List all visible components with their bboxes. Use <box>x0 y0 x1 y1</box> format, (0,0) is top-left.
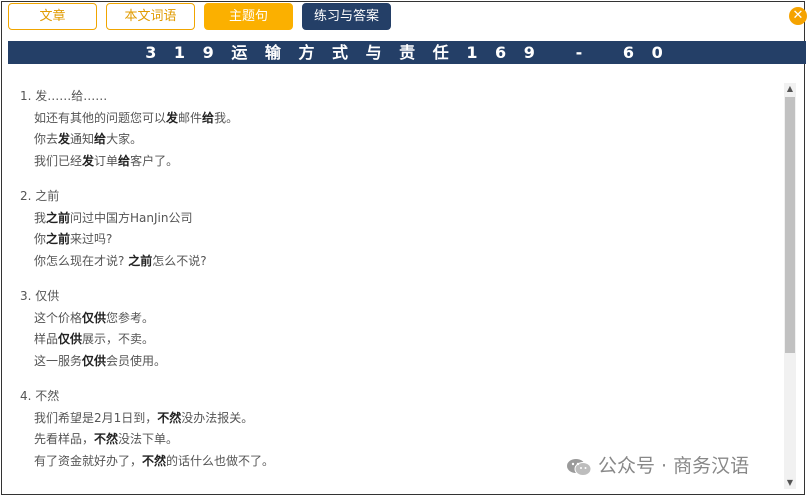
sentence-text: 你 <box>34 232 47 246</box>
sentence-text: 会员使用。 <box>106 353 167 368</box>
sentence-text: 你去 <box>34 132 59 146</box>
keyword: 之前 <box>46 210 71 225</box>
sentence-text: 样品 <box>34 332 59 346</box>
sentence-text: 您参考。 <box>106 310 155 325</box>
content-area: 1. 发……给…… 如还有其他的问题您可以发邮件给我。 你去发通知给大家。 我们已经发… <box>8 70 780 490</box>
topic-section: 3. 仅供 这个价格仅供您参考。 样品仅供展示，不卖。 这一服务仅供会员使用。 <box>8 286 780 372</box>
example-sentence: 我之前问过中国方HanJin公司 <box>8 208 780 230</box>
example-sentence: 你之前来过吗? <box>8 229 780 251</box>
sentence-text: 来过吗? <box>70 232 113 246</box>
example-sentence: 这个价格仅供您参考。 <box>8 308 780 330</box>
topic-section: 2. 之前 我之前问过中国方HanJin公司 你之前来过吗? 你怎么现在才说? 之前怎… <box>8 186 780 272</box>
watermark: 公众号 · 商务汉语 <box>566 451 749 481</box>
sentence-text: 客户了。 <box>130 153 179 168</box>
example-sentence: 你怎么现在才说? 之前怎么不说? <box>8 251 780 273</box>
example-sentence: 这一服务仅供会员使用。 <box>8 351 780 373</box>
sentence-text: 我。 <box>214 110 239 125</box>
keyword: 仅供 <box>82 353 107 368</box>
keyword: 不然 <box>142 453 167 468</box>
keyword: 不然 <box>157 410 182 425</box>
section-heading: 2. 之前 <box>20 189 60 203</box>
keyword: 仅供 <box>58 332 83 346</box>
example-sentence: 样品仅供展示，不卖。 <box>8 329 780 351</box>
vertical-scrollbar[interactable]: ▲ ▼ <box>784 83 796 489</box>
scroll-thumb[interactable] <box>785 97 795 353</box>
sentence-text: 我 <box>34 210 47 225</box>
sentence-text: 问过中国方HanJin公司 <box>70 210 193 225</box>
tab-exercises-answers[interactable]: 练习与答案 <box>302 3 391 30</box>
example-sentence: 先看样品，不然没法下单。 <box>8 429 780 451</box>
sentence-text: 我们已经 <box>34 153 83 168</box>
page-title: 3 1 9 运 输 方 式 与 责 任 1 6 9 - 6 0 <box>8 41 806 64</box>
topic-section: 1. 发……给…… 如还有其他的问题您可以发邮件给我。 你去发通知给大家。 我们已经发… <box>8 86 780 172</box>
scroll-up-icon[interactable]: ▲ <box>784 83 796 95</box>
keyword: 之前 <box>128 253 153 268</box>
keyword: 给 <box>202 110 215 125</box>
tab-topic-sentences[interactable]: 主题句 <box>204 3 293 30</box>
example-sentence: 你去发通知给大家。 <box>8 129 780 151</box>
example-sentence: 如还有其他的问题您可以发邮件给我。 <box>8 108 780 130</box>
sentence-text: 我们希望是2月1日到， <box>34 410 158 425</box>
keyword: 给 <box>118 153 131 168</box>
keyword: 给 <box>94 132 107 146</box>
keyword: 之前 <box>46 232 71 246</box>
keyword: 仅供 <box>82 310 107 325</box>
sentence-text: 有了资金就好办了， <box>34 453 143 468</box>
sentence-text: 你怎么现在才说? <box>34 253 129 268</box>
tab-vocabulary[interactable]: 本文词语 <box>106 3 195 30</box>
wechat-icon <box>567 458 592 476</box>
sentence-text: 如还有其他的问题您可以 <box>34 110 167 125</box>
section-heading: 1. 发……给…… <box>20 89 108 103</box>
scroll-down-icon[interactable]: ▼ <box>784 477 796 489</box>
keyword: 不然 <box>94 432 119 446</box>
sentence-text: 怎么不说? <box>152 253 207 268</box>
sentence-text: 没法下单。 <box>118 432 179 446</box>
section-heading: 4. 不然 <box>20 389 60 403</box>
sentence-text: 的话什么也做不了。 <box>166 453 275 468</box>
example-sentence: 我们已经发订单给客户了。 <box>8 151 780 173</box>
sentence-text: 邮件 <box>178 110 203 125</box>
sentence-text: 这一服务 <box>34 353 83 368</box>
watermark-text: 公众号 · 商务汉语 <box>598 455 750 477</box>
sentence-text: 先看样品， <box>34 432 95 446</box>
sentence-text: 没办法报关。 <box>181 410 254 425</box>
tab-article[interactable]: 文章 <box>8 3 97 30</box>
sentence-text: 这个价格 <box>34 310 83 325</box>
keyword: 发 <box>82 153 95 168</box>
sentence-text: 订单 <box>94 153 119 168</box>
example-sentence: 我们希望是2月1日到，不然没办法报关。 <box>8 408 780 430</box>
sentence-text: 展示，不卖。 <box>82 332 155 346</box>
keyword: 发 <box>58 132 71 146</box>
sentence-text: 大家。 <box>106 132 143 146</box>
sentence-text: 通知 <box>70 132 95 146</box>
keyword: 发 <box>166 110 179 125</box>
close-icon[interactable]: ✕ <box>789 7 807 25</box>
section-heading: 3. 仅供 <box>20 289 60 303</box>
